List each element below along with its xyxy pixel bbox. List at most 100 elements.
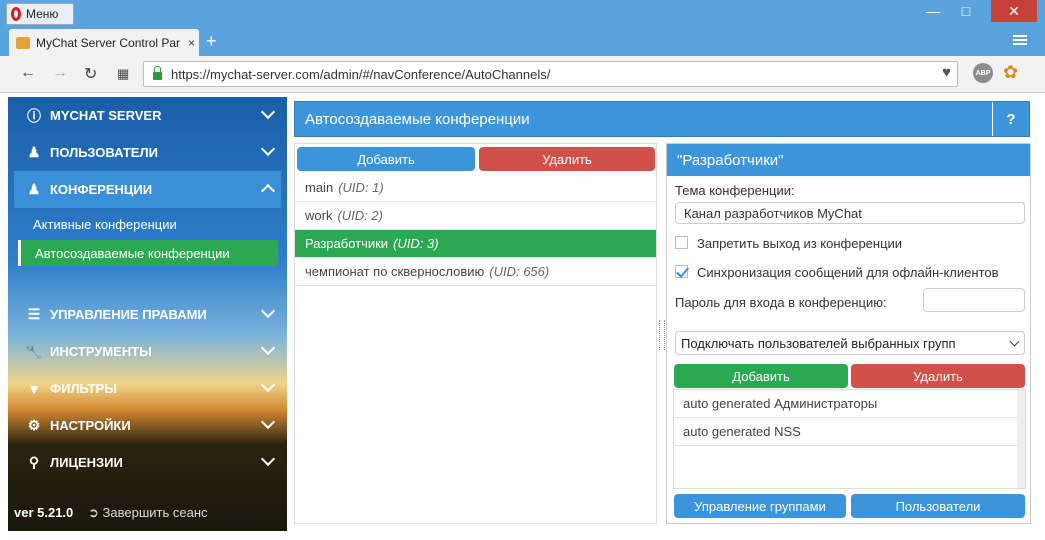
conference-uid: (UID: 656): [489, 264, 550, 279]
conference-row[interactable]: work (UID: 2): [295, 202, 656, 230]
conference-name: work: [305, 208, 333, 223]
no-exit-checkbox[interactable]: [675, 236, 688, 249]
navigation-bar: ← → ↻ ▦ https://mychat-server.com/admin/…: [0, 56, 1045, 93]
key-icon: ⚲: [28, 454, 40, 470]
chevron-down-icon: [260, 377, 276, 393]
browser-menu-button[interactable]: Меню: [6, 3, 74, 25]
sidebar-item-licenses[interactable]: ⚲ ЛИЦЕНЗИИ: [14, 444, 281, 481]
sidebar-item-filters[interactable]: ▼ ФИЛЬТРЫ: [14, 370, 281, 407]
add-conference-button[interactable]: Добавить: [297, 147, 475, 171]
help-button[interactable]: ?: [992, 102, 1029, 136]
group-list: auto generated Администраторы auto gener…: [673, 389, 1026, 489]
group-mode-value: Подключать пользователей выбранных групп: [681, 335, 956, 351]
sidebar-item-users[interactable]: ♟ ПОЛЬЗОВАТЕЛИ: [14, 134, 281, 171]
sidebar-item-label: КОНФЕРЕНЦИИ: [50, 182, 153, 197]
password-label: Пароль для входа в конференцию:: [675, 295, 887, 310]
chevron-down-icon: [260, 414, 276, 430]
conference-name: main: [305, 180, 334, 195]
conference-uid: (UID: 2): [337, 208, 383, 223]
sidebar-item-settings[interactable]: ⚙ НАСТРОЙКИ: [14, 407, 281, 444]
page-title: Автосоздаваемые конференции: [305, 110, 530, 128]
conference-uid: (UID: 1): [338, 180, 384, 195]
conference-row[interactable]: чемпионат по сквернословию (UID: 656): [295, 258, 656, 286]
wrench-icon: 🔧: [25, 343, 43, 359]
back-icon[interactable]: ←: [20, 64, 36, 82]
opera-logo-icon: [11, 7, 21, 21]
group-row[interactable]: auto generated NSS: [674, 418, 1017, 446]
conference-name: чемпионат по сквернословию: [305, 264, 485, 279]
reload-icon[interactable]: ↻: [84, 64, 97, 84]
chevron-down-icon: [260, 141, 276, 157]
list-icon: ☰: [27, 306, 41, 322]
chevron-up-icon: [260, 183, 276, 199]
lock-icon: [153, 66, 162, 80]
sidebar-item-tools[interactable]: 🔧 ИНСТРУМЕНТЫ: [14, 333, 281, 370]
browser-menu-label: Меню: [26, 7, 59, 21]
gears-icon: ⚙: [27, 417, 41, 433]
sidebar-subitem-auto-conferences[interactable]: Автосоздаваемые конференции: [18, 240, 278, 266]
new-tab-button[interactable]: +: [206, 31, 217, 52]
tab-menu-icon[interactable]: [1013, 33, 1027, 47]
forward-icon[interactable]: →: [52, 64, 68, 82]
logout-label: Завершить сеанс: [102, 505, 208, 520]
paw-extension-icon[interactable]: ✿: [1003, 62, 1018, 83]
sidebar-item-label: НАСТРОЙКИ: [50, 418, 131, 433]
no-exit-label: Запретить выход из конференции: [697, 236, 903, 251]
minimize-icon[interactable]: —: [918, 0, 948, 22]
details-title: "Разработчики": [667, 144, 1030, 176]
password-input[interactable]: [923, 288, 1025, 312]
browser-tab[interactable]: MyChat Server Control Par ×: [9, 29, 199, 56]
topic-input[interactable]: Канал разработчиков MyChat: [675, 202, 1025, 224]
logout-icon: ➲: [88, 505, 99, 520]
sidebar-item-mychat-server[interactable]: ⓘ MYCHAT SERVER: [14, 97, 281, 134]
sidebar-item-label: ПОЛЬЗОВАТЕЛИ: [50, 145, 158, 160]
group-list-scrollbar[interactable]: [1017, 390, 1025, 488]
filter-icon: ▼: [27, 380, 41, 397]
sidebar-item-label: УПРАВЛЕНИЕ ПРАВАМИ: [50, 307, 207, 322]
url-text: https://mychat-server.com/admin/#/navCon…: [171, 66, 551, 82]
chevron-down-icon: [260, 451, 276, 467]
chevron-down-icon: [1009, 336, 1020, 347]
topic-label: Тема конференции:: [675, 183, 795, 198]
conference-uid: (UID: 3): [393, 236, 439, 251]
favicon-icon: [16, 36, 30, 49]
users-icon: ♟: [27, 144, 41, 160]
sync-messages-checkbox[interactable]: [675, 265, 688, 278]
manage-groups-button[interactable]: Управление группами: [674, 494, 846, 518]
chevron-down-icon: [260, 104, 276, 120]
group-row[interactable]: auto generated Администраторы: [674, 390, 1017, 418]
chevron-down-icon: [260, 340, 276, 356]
browser-title-bar: Меню — □ ✕: [0, 0, 1045, 27]
page-header: Автосоздаваемые конференции ?: [294, 101, 1030, 137]
version-label: ver 5.21.0: [14, 505, 74, 520]
group-mode-select[interactable]: Подключать пользователей выбранных групп: [675, 331, 1025, 355]
add-group-button[interactable]: Добавить: [674, 364, 848, 388]
conference-details-panel: "Разработчики" Тема конференции: Канал р…: [666, 143, 1031, 524]
logout-link[interactable]: ➲ Завершить сеанс: [88, 505, 208, 521]
speed-dial-icon[interactable]: ▦: [117, 66, 129, 82]
delete-conference-button[interactable]: Удалить: [479, 147, 655, 171]
conference-row-selected[interactable]: Разработчики (UID: 3): [295, 230, 656, 258]
adblock-icon[interactable]: ABP: [973, 63, 993, 83]
maximize-icon[interactable]: □: [951, 0, 981, 22]
sidebar-item-label: MYCHAT SERVER: [50, 108, 162, 123]
tab-close-icon[interactable]: ×: [188, 36, 195, 50]
sidebar: ⓘ MYCHAT SERVER ♟ ПОЛЬЗОВАТЕЛИ ♟ КОНФЕРЕ…: [8, 97, 287, 531]
sidebar-item-rights[interactable]: ☰ УПРАВЛЕНИЕ ПРАВАМИ: [14, 296, 281, 333]
delete-group-button[interactable]: Удалить: [851, 364, 1025, 388]
conference-list-panel: Добавить Удалить main (UID: 1) work (UID…: [294, 143, 657, 524]
panel-resize-handle[interactable]: [659, 320, 665, 350]
close-window-icon[interactable]: ✕: [991, 0, 1037, 22]
address-bar[interactable]: https://mychat-server.com/admin/#/navCon…: [143, 61, 958, 87]
sidebar-item-label: ИНСТРУМЕНТЫ: [50, 344, 152, 359]
sidebar-subitem-active-conferences[interactable]: Активные конференции: [33, 217, 177, 232]
sidebar-item-label: ФИЛЬТРЫ: [50, 381, 117, 396]
conference-row[interactable]: main (UID: 1): [295, 174, 656, 202]
chevron-down-icon: [260, 303, 276, 319]
heart-icon[interactable]: ♥: [942, 64, 951, 81]
users-button[interactable]: Пользователи: [851, 494, 1025, 518]
sidebar-item-conferences[interactable]: ♟ КОНФЕРЕНЦИИ: [14, 171, 281, 208]
users-icon: ♟: [27, 181, 41, 197]
tab-title: MyChat Server Control Par: [36, 35, 181, 50]
info-icon: ⓘ: [27, 107, 41, 124]
